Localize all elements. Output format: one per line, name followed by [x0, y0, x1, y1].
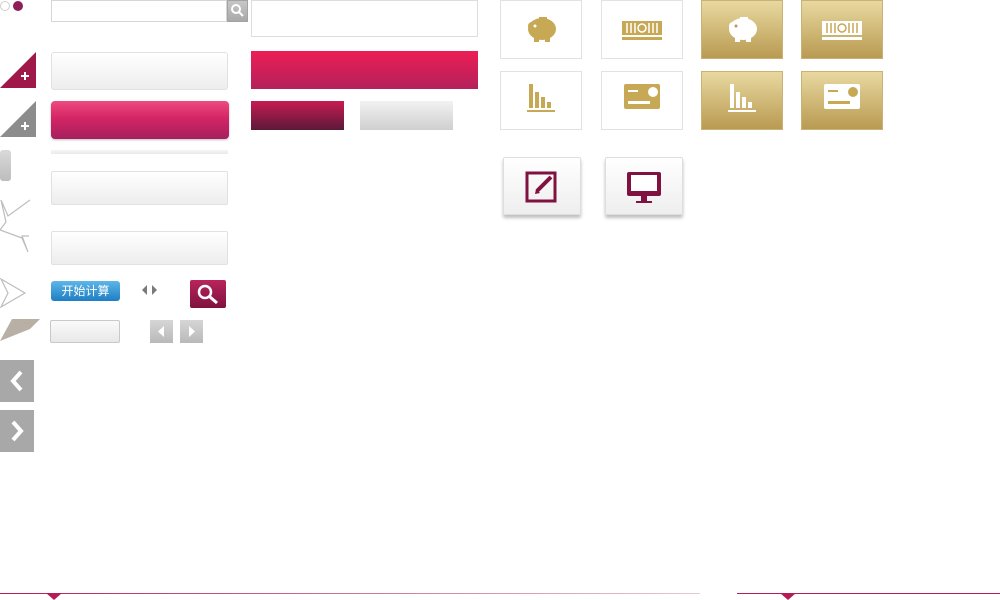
next-button[interactable]: [0, 410, 34, 452]
bar-chart-icon: [728, 84, 756, 112]
credit-card-icon: [624, 84, 660, 109]
footer-divider-left: [0, 593, 700, 594]
cash-stack-icon: [622, 21, 662, 40]
search-button[interactable]: [227, 0, 248, 22]
wide-pink-button[interactable]: [251, 51, 478, 89]
piggy-bank-icon: [729, 17, 757, 42]
cash-stack-icon: [822, 21, 862, 40]
chevron-right-outline-icon[interactable]: [0, 277, 27, 309]
savings-tile[interactable]: [500, 0, 582, 59]
piggy-bank-icon: [528, 17, 556, 42]
search-input[interactable]: [51, 0, 227, 22]
empty-panel: [251, 0, 478, 37]
dark-pink-button[interactable]: [251, 101, 344, 130]
display-tile-button[interactable]: [605, 157, 683, 215]
pager-dot-inactive[interactable]: [0, 1, 10, 11]
triangle-right-icon: [189, 326, 195, 337]
credit-card-icon: [824, 84, 860, 109]
footer-pointer-right: [780, 593, 796, 600]
search-magnify-button[interactable]: [190, 280, 226, 308]
search-icon: [231, 4, 244, 17]
card-tile[interactable]: [601, 71, 683, 130]
pager-prev-button[interactable]: [150, 320, 173, 343]
bar-chart-icon: [527, 84, 555, 112]
monitor-icon: [627, 172, 661, 203]
footer-divider-right: [737, 593, 1000, 594]
card-tile-active[interactable]: [801, 71, 883, 130]
gray-button[interactable]: [360, 101, 453, 130]
start-calc-button[interactable]: 开始计算: [51, 281, 120, 301]
ribbon-tab-shape: [0, 319, 40, 343]
divider: [51, 150, 228, 154]
blank-button[interactable]: [50, 320, 120, 343]
add-corner-button-pink[interactable]: [0, 52, 36, 88]
footer-pointer-left: [46, 593, 62, 600]
plus-icon: [0, 52, 36, 88]
primary-button-pink[interactable]: [51, 101, 229, 139]
savings-tile-active[interactable]: [701, 0, 783, 59]
cash-tile-active[interactable]: [801, 0, 883, 59]
cash-tile[interactable]: [601, 0, 683, 59]
triangle-left-icon: [158, 326, 164, 337]
chart-tile[interactable]: [500, 71, 582, 130]
prev-next-mini-arrows[interactable]: [141, 281, 159, 295]
text-field-2[interactable]: [51, 231, 228, 265]
previous-button[interactable]: [0, 360, 34, 402]
chart-tile-active[interactable]: [701, 71, 783, 130]
scrollbar-thumb[interactable]: [0, 150, 11, 181]
edit-icon: [525, 171, 557, 203]
magnifier-icon: [197, 284, 218, 305]
edit-tile-button[interactable]: [503, 157, 581, 215]
chevron-right-icon: [11, 420, 24, 442]
text-field-1[interactable]: [51, 171, 228, 205]
light-button[interactable]: [51, 52, 228, 90]
add-corner-button-gray[interactable]: [0, 101, 36, 137]
star-decoration: [0, 196, 32, 256]
chevron-left-icon: [10, 370, 23, 392]
plus-icon: [0, 101, 36, 137]
pager-dot-active[interactable]: [13, 1, 23, 11]
pager-next-button[interactable]: [180, 320, 203, 343]
